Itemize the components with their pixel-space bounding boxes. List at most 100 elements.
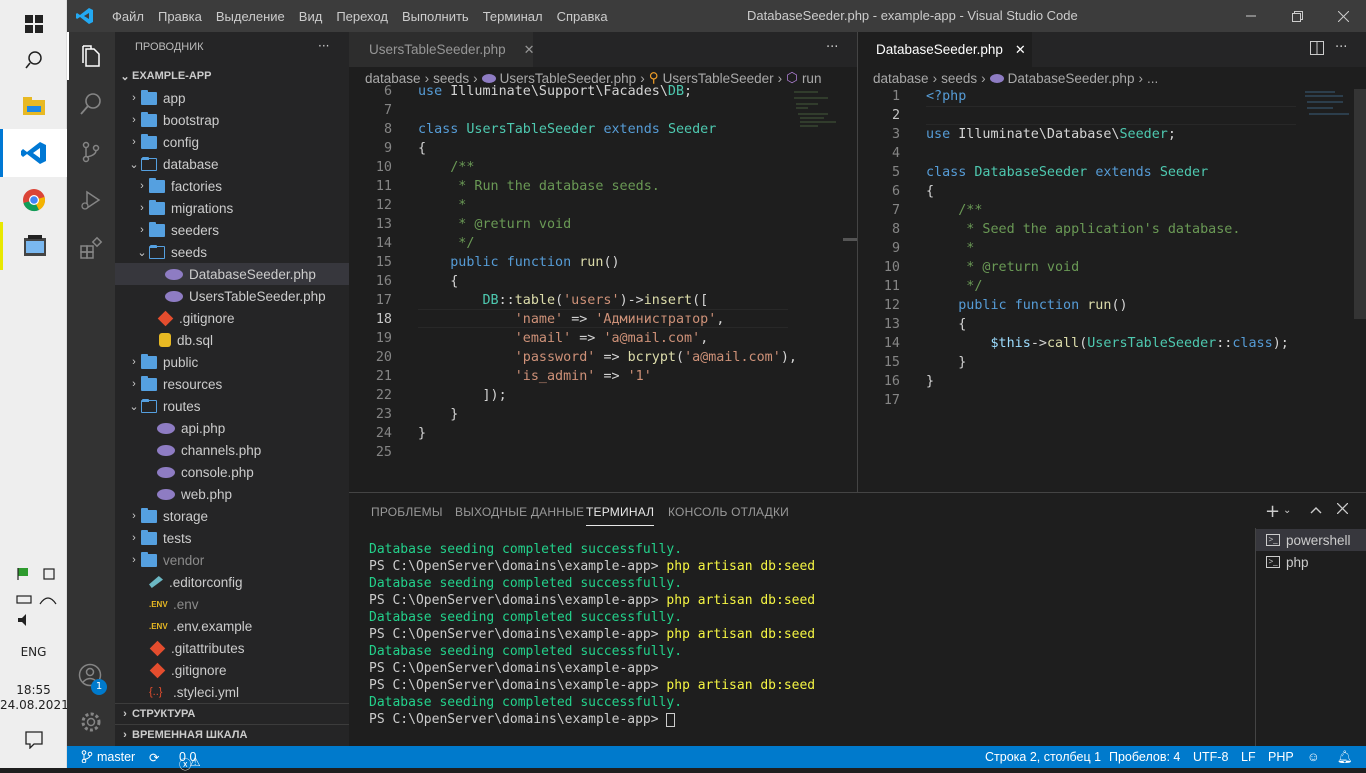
maximize-panel-icon[interactable] <box>1310 504 1322 519</box>
encoding[interactable]: UTF-8 <box>1193 750 1228 764</box>
tree-item[interactable]: .ENV .env.example <box>115 615 349 637</box>
vscode-taskbar-icon[interactable] <box>0 129 67 177</box>
menu-terminal[interactable]: Терминал <box>476 9 550 24</box>
tree-item[interactable]: › storage <box>115 505 349 527</box>
tree-item[interactable]: ⌄ routes <box>115 395 349 417</box>
left-minimap[interactable] <box>788 89 843 149</box>
tree-item[interactable]: › tests <box>115 527 349 549</box>
terminal-output[interactable]: Database seeding completed successfully.… <box>369 541 815 728</box>
new-terminal-icon[interactable]: + <box>1265 501 1280 522</box>
clock-date[interactable]: 24.08.2021 <box>0 698 69 712</box>
cursor-position[interactable]: Строка 2, столбец 1 <box>985 750 1101 764</box>
end-of-line[interactable]: LF <box>1241 750 1256 764</box>
tree-item[interactable]: › config <box>115 131 349 153</box>
tab-close-icon[interactable]: ✕ <box>524 42 535 58</box>
file-explorer-icon[interactable] <box>0 82 67 130</box>
left-code[interactable]: use Illuminate\Support\Facades\DB; class… <box>418 82 797 443</box>
tree-item[interactable]: .gitignore <box>115 307 349 329</box>
workspace-root[interactable]: ⌄ EXAMPLE-APP <box>115 65 349 87</box>
notifications-bell-icon[interactable]: 🔔︎ <box>1337 750 1353 765</box>
source-control-icon[interactable] <box>67 128 115 176</box>
terminal-item-powershell[interactable]: >_ powershell <box>1256 529 1366 551</box>
breadcrumb-item[interactable]: DatabaseSeeder.php <box>1008 71 1135 86</box>
tree-item[interactable]: › seeders <box>115 219 349 241</box>
menu-help[interactable]: Справка <box>550 9 615 24</box>
feedback-icon[interactable]: ☺ <box>1307 750 1320 764</box>
tree-item[interactable]: console.php <box>115 461 349 483</box>
tab-close-icon[interactable]: ✕ <box>1015 42 1026 58</box>
timeline-section[interactable]: › ВРЕМЕННАЯ ШКАЛА <box>115 724 349 746</box>
tree-item[interactable]: db.sql <box>115 329 349 351</box>
split-editor-icon[interactable] <box>1310 41 1324 59</box>
menu-file[interactable]: Файл <box>105 9 151 24</box>
right-minimap[interactable] <box>1303 89 1353 119</box>
tree-item[interactable]: DatabaseSeeder.php <box>115 263 349 285</box>
language-indicator[interactable]: ENG <box>0 645 67 659</box>
extensions-icon[interactable] <box>67 224 115 272</box>
tree-item[interactable]: › bootstrap <box>115 109 349 131</box>
tab-debug-console[interactable]: КОНСОЛЬ ОТЛАДКИ <box>668 505 789 519</box>
close-panel-icon[interactable] <box>1336 502 1349 518</box>
tab-database-seeder[interactable]: DatabaseSeeder.php ✕ <box>858 32 1032 67</box>
explorer-more-icon[interactable]: ··· <box>318 39 329 53</box>
clock-time[interactable]: 18:55 <box>0 683 67 697</box>
tab-output[interactable]: ВЫХОДНЫЕ ДАННЫЕ <box>455 505 584 519</box>
tree-item[interactable]: web.php <box>115 483 349 505</box>
search-icon[interactable] <box>0 36 67 84</box>
right-code[interactable]: <?php use Illuminate\Database\Seeder; cl… <box>926 87 1289 391</box>
menu-edit[interactable]: Правка <box>151 9 209 24</box>
accounts-icon[interactable]: 1 <box>67 652 115 700</box>
tab-problems[interactable]: ПРОБЛЕМЫ <box>371 505 443 519</box>
tree-item[interactable]: ⌄ seeds <box>115 241 349 263</box>
right-scrollbar[interactable] <box>1354 89 1366 319</box>
tree-item[interactable]: .gitattributes <box>115 637 349 659</box>
terminal-item-php[interactable]: >_ php <box>1256 551 1366 573</box>
tree-item[interactable]: .gitignore <box>115 659 349 681</box>
line-number: 15 <box>375 255 392 270</box>
tree-item[interactable]: {..} .styleci.yml <box>115 681 349 703</box>
tree-item[interactable]: › resources <box>115 373 349 395</box>
tree-item[interactable]: › app <box>115 87 349 109</box>
settings-gear-icon[interactable] <box>67 698 115 746</box>
notification-icon[interactable] <box>0 716 67 764</box>
menu-view[interactable]: Вид <box>292 9 330 24</box>
breadcrumb-item[interactable]: run <box>802 71 822 86</box>
app-taskbar-icon[interactable] <box>0 222 67 270</box>
tree-item[interactable]: .editorconfig <box>115 571 349 593</box>
menu-run[interactable]: Выполнить <box>395 9 476 24</box>
editor-more-icon[interactable]: ··· <box>1335 40 1347 55</box>
tab-users-table-seeder[interactable]: UsersTableSeeder.php ✕ <box>349 32 535 67</box>
tree-item[interactable]: › public <box>115 351 349 373</box>
restore-icon[interactable] <box>1274 0 1320 32</box>
editor-more-icon[interactable]: ··· <box>826 40 838 55</box>
branch-indicator[interactable]: master <box>81 750 135 764</box>
minimize-icon[interactable] <box>1228 0 1274 32</box>
menu-go[interactable]: Переход <box>329 9 395 24</box>
search-view-icon[interactable] <box>67 80 115 128</box>
chrome-icon[interactable] <box>0 176 67 224</box>
outline-section[interactable]: › СТРУКТУРА <box>115 703 349 725</box>
run-debug-icon[interactable] <box>67 176 115 224</box>
tree-item[interactable]: UsersTableSeeder.php <box>115 285 349 307</box>
tree-item[interactable]: .ENV .env <box>115 593 349 615</box>
breadcrumb-item[interactable]: database <box>873 71 929 86</box>
indentation[interactable]: Пробелов: 4 <box>1109 750 1180 764</box>
breadcrumb-item[interactable]: seeds <box>941 71 977 86</box>
language-mode[interactable]: PHP <box>1268 750 1294 764</box>
sync-icon[interactable]: ⟳ <box>149 750 159 765</box>
tree-item[interactable]: api.php <box>115 417 349 439</box>
chevron-down-icon[interactable]: ⌄ <box>1283 505 1291 516</box>
tree-item[interactable]: channels.php <box>115 439 349 461</box>
close-icon[interactable] <box>1320 0 1366 32</box>
tree-item[interactable]: › vendor <box>115 549 349 571</box>
tab-terminal[interactable]: ТЕРМИНАЛ <box>586 505 655 526</box>
tree-item[interactable]: › factories <box>115 175 349 197</box>
menu-selection[interactable]: Выделение <box>209 9 292 24</box>
breadcrumb-item[interactable]: ... <box>1147 71 1158 86</box>
tray-icons[interactable] <box>0 566 67 643</box>
tree-item[interactable]: › migrations <box>115 197 349 219</box>
tree-item[interactable]: ⌄ database <box>115 153 349 175</box>
explorer-icon[interactable] <box>67 32 115 80</box>
problems-indicator[interactable]: ⓧ 0 ⚠ 0 <box>179 750 201 772</box>
explorer-sidebar: ПРОВОДНИК ··· ⌄ EXAMPLE-APP › app › bootstra… <box>115 32 349 746</box>
